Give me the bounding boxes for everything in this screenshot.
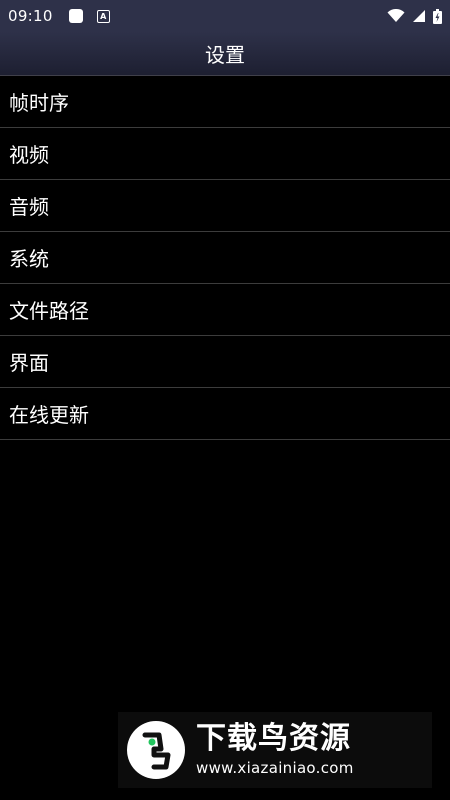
status-time: 09:10 bbox=[8, 7, 53, 25]
watermark-url: www.xiazainiao.com bbox=[196, 759, 354, 777]
page-title: 设置 bbox=[205, 43, 245, 67]
watermark-brand: 下载鸟资源 bbox=[196, 721, 351, 756]
menu-item-file-path[interactable]: 文件路径 bbox=[0, 284, 450, 336]
menu-item-audio[interactable]: 音频 bbox=[0, 180, 450, 232]
menu-item-system[interactable]: 系统 bbox=[0, 232, 450, 284]
status-bar: 09:10 A bbox=[0, 0, 450, 32]
menu-item-online-update[interactable]: 在线更新 bbox=[0, 388, 450, 440]
app-header: 设置 bbox=[0, 32, 450, 76]
signal-icon bbox=[413, 10, 425, 22]
menu-item-frame-timing[interactable]: 帧时序 bbox=[0, 76, 450, 128]
menu-item-interface[interactable]: 界面 bbox=[0, 336, 450, 388]
battery-icon bbox=[433, 8, 442, 24]
watermark-text: 下载鸟资源 www.xiazainiao.com bbox=[196, 721, 354, 779]
app-notification-icon bbox=[68, 9, 83, 23]
wifi-icon bbox=[387, 9, 405, 22]
menu-item-video[interactable]: 视频 bbox=[0, 128, 450, 180]
watermark: 下载鸟资源 www.xiazainiao.com bbox=[118, 712, 432, 788]
keyboard-a-icon: A bbox=[96, 9, 110, 23]
status-icons bbox=[387, 8, 442, 24]
settings-menu: 帧时序 视频 音频 系统 文件路径 界面 在线更新 bbox=[0, 76, 450, 440]
bird-logo-icon bbox=[127, 721, 185, 779]
